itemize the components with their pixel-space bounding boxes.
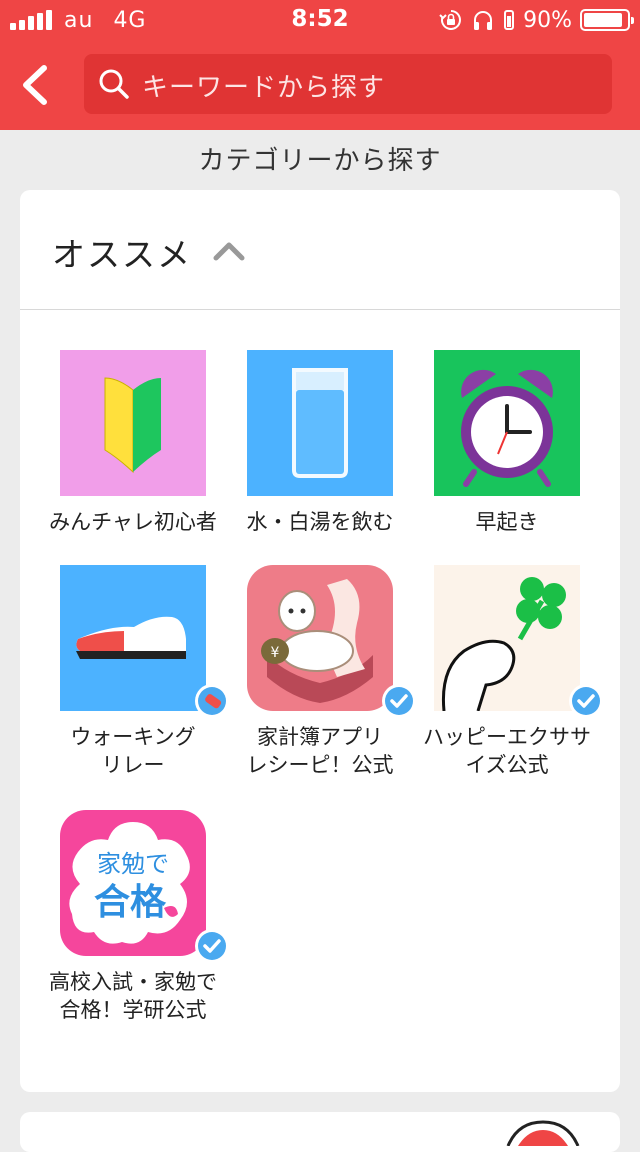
tile-label: 早起き — [475, 510, 539, 534]
battery-level-fill — [584, 13, 622, 27]
tile-household-budget-app[interactable]: ¥ 家計簿アプリ レシーピ！公式 — [225, 565, 416, 785]
navigation-bar: キーワードから探す — [0, 40, 640, 130]
tile-walking-relay[interactable]: ウォーキング リレー — [38, 565, 229, 785]
category-card-next[interactable] — [20, 1112, 620, 1152]
tile-label: ハッピーエクササ イズ公式 — [423, 725, 591, 777]
orientation-lock-icon — [439, 10, 462, 30]
status-bar: au 4G 8:52 90% — [0, 0, 640, 40]
svg-text:家勉で: 家勉で — [97, 850, 169, 878]
verified-badge-icon — [569, 684, 603, 718]
category-card-recommended: オススメ みんチャレ初心者 水・白湯を飲む 早起き ウォーキング リレー ¥ 家… — [20, 190, 620, 1092]
tile-label: みんチャレ初心者 — [49, 510, 217, 534]
search-icon — [99, 69, 129, 99]
tile-label: 水・白湯を飲む — [246, 510, 394, 534]
svg-text:¥: ¥ — [271, 645, 280, 661]
divider — [20, 309, 620, 310]
beginner-mark-icon — [60, 350, 206, 496]
tile-minchalle-beginner[interactable]: みんチャレ初心者 — [38, 350, 228, 540]
search-placeholder: キーワードから探す — [142, 73, 386, 103]
tile-happy-exercise[interactable]: ハッピーエクササ イズ公式 — [412, 565, 603, 785]
mascot-icon — [506, 1120, 580, 1146]
tile-label: 高校入試・家勉で 合格！学研公式 — [49, 970, 217, 1022]
alarm-clock-icon — [434, 350, 580, 496]
tile-high-school-entrance-exam[interactable]: 家勉で 合格 高校入試・家勉で 合格！学研公式 — [38, 810, 229, 1030]
chevron-left-icon — [23, 65, 47, 105]
bluetooth-battery-icon — [504, 10, 515, 30]
page-title: カテゴリーから探す — [198, 146, 442, 176]
battery-percent: 90% — [523, 7, 572, 33]
tile-label: ウォーキング リレー — [70, 725, 196, 777]
shoe-icon — [60, 565, 206, 711]
chevron-up-icon[interactable] — [212, 240, 246, 262]
verified-badge-icon — [195, 929, 229, 963]
tile-label: 家計簿アプリ レシーピ！公式 — [246, 725, 394, 777]
alpaca-receipt-app-icon: ¥ — [247, 565, 393, 711]
study-pass-app-icon: 家勉で 合格 — [60, 810, 206, 956]
category-title: オススメ — [52, 235, 192, 274]
water-glass-icon — [247, 350, 393, 496]
svg-text:合格: 合格 — [94, 882, 167, 923]
tile-early-rising[interactable]: 早起き — [412, 350, 602, 540]
clover-hand-icon — [434, 565, 580, 711]
back-button[interactable] — [14, 62, 58, 108]
category-header[interactable]: オススメ — [20, 190, 620, 310]
headphones-icon — [474, 11, 493, 30]
tile-drink-water[interactable]: 水・白湯を飲む — [225, 350, 415, 540]
search-input[interactable]: キーワードから探す — [84, 54, 612, 114]
battery-icon — [580, 9, 634, 31]
